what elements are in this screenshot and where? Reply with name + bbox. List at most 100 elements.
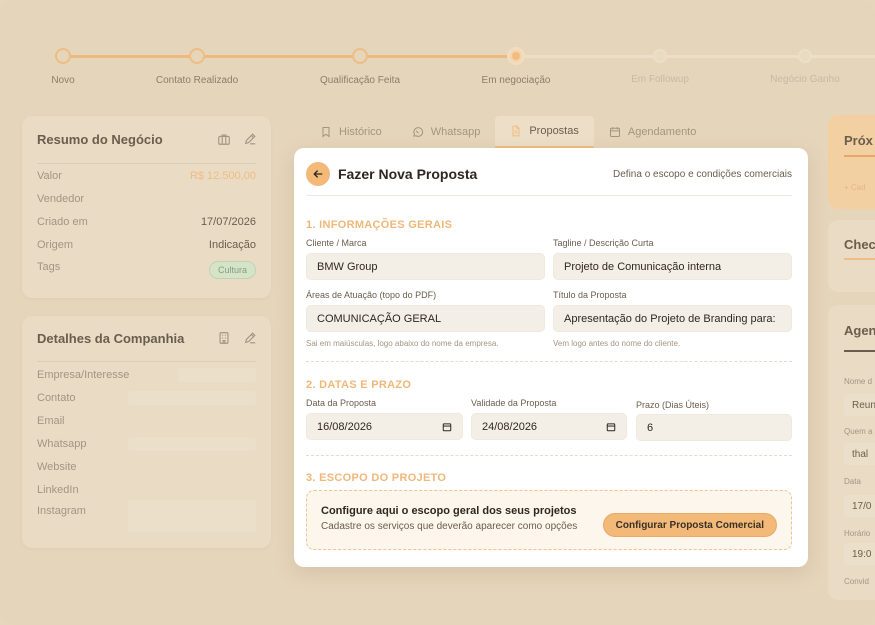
origin-value: Indicação — [208, 239, 256, 251]
row-label: Instagram — [37, 505, 86, 517]
stage-novo[interactable]: Novo — [3, 40, 123, 86]
field-label: Nome d — [844, 377, 873, 386]
meeting-name-input[interactable]: Reun — [844, 394, 875, 416]
field-label: Data — [844, 477, 861, 486]
scheduling-card: Agen Nome d Reun Quem a thal Data 17/0 H… — [828, 305, 875, 600]
company-details-card: Detalhes da Companhia Empresa/Interesse … — [22, 316, 271, 548]
tab-historico[interactable]: Histórico — [305, 116, 397, 148]
stage-em-followup[interactable]: Em Followup — [600, 40, 720, 85]
stage-contato-realizado[interactable]: Contato Realizado — [137, 40, 257, 86]
app-frame: Novo Contato Realizado Qualificação Feit… — [0, 0, 875, 625]
time-input[interactable]: 19:0 — [844, 543, 875, 565]
calendar-icon[interactable] — [442, 422, 452, 432]
company-row-whatsapp: Whatsapp — [37, 436, 256, 452]
validity-input[interactable]: 24/08/2026 — [471, 413, 627, 440]
tab-agendamento[interactable]: Agendamento — [594, 116, 712, 148]
areas-value: COMUNICAÇÃO GERAL — [317, 312, 442, 325]
attendee-input[interactable]: thal — [844, 443, 875, 465]
stage-label: Contato Realizado — [155, 75, 239, 86]
row-label: Origem — [37, 239, 74, 251]
deadline-value: 6 — [647, 421, 654, 434]
bookmark-icon — [322, 126, 330, 138]
tab-label: Histórico — [339, 126, 382, 138]
summary-row-tags: Tags Cultura — [37, 261, 256, 279]
section-divider — [306, 455, 792, 456]
row-label: Whatsapp — [37, 438, 87, 450]
scope-box-description: Cadastre os serviços que deverão aparece… — [321, 521, 578, 532]
proposal-date-input[interactable]: 16/08/2026 — [306, 413, 463, 440]
stage-label: Em Followup — [631, 74, 689, 85]
deadline-input[interactable]: 6 — [636, 414, 792, 441]
section-general-info-heading: 1. INFORMAÇÕES GERAIS — [306, 219, 453, 231]
scope-config-box: Configure aqui o escopo geral dos seus p… — [306, 490, 792, 550]
placeholder-value — [178, 368, 256, 382]
row-label: Website — [37, 461, 77, 473]
company-row-email: Email — [37, 413, 256, 429]
stage-em-negociacao[interactable]: Em negociação — [456, 40, 576, 86]
stage-qualificacao-feita[interactable]: Qualificação Feita — [300, 40, 420, 86]
section-dates-heading: 2. DATAS E PRAZO — [306, 379, 412, 391]
tab-label: Propostas — [529, 125, 579, 137]
placeholder-value — [128, 437, 256, 451]
stage-dot — [189, 48, 205, 64]
tab-whatsapp[interactable]: Whatsapp — [397, 116, 496, 148]
created-date: 17/07/2026 — [200, 216, 256, 228]
row-label: Contato — [37, 392, 76, 404]
tab-propostas[interactable]: Propostas — [495, 116, 594, 148]
tab-label: Whatsapp — [430, 126, 481, 138]
company-row-website: Website — [37, 459, 256, 475]
pipeline-progress-line — [63, 55, 515, 58]
building-icon[interactable] — [217, 331, 231, 350]
proposal-subtitle: Defina o escopo e condições comerciais — [613, 169, 792, 180]
stage-negocio-ganho[interactable]: Negócio Ganho — [745, 40, 865, 85]
field-label: Quem a — [844, 427, 873, 436]
back-button[interactable] — [306, 162, 330, 186]
scope-box-title: Configure aqui o escopo geral dos seus p… — [321, 505, 577, 517]
stage-dot — [352, 48, 368, 64]
next-steps-title: Próx — [844, 133, 873, 148]
company-row-instagram: Instagram — [37, 500, 256, 532]
client-label: Cliente / Marca — [306, 238, 367, 248]
tagline-input[interactable]: Projeto de Comunicação interna — [553, 253, 792, 280]
stage-label: Novo — [51, 75, 75, 86]
summary-row-origem: Origem Indicação — [37, 237, 256, 253]
row-label: Empresa/Interesse — [37, 369, 130, 381]
proposal-title-input[interactable]: Apresentação do Projeto de Branding para… — [553, 305, 792, 332]
company-row-linkedin: LinkedIn — [37, 482, 256, 498]
tagline-label: Tagline / Descrição Curta — [553, 238, 654, 248]
tag-badge[interactable]: Cultura — [208, 261, 256, 279]
tagline-value: Projeto de Comunicação interna — [564, 260, 722, 273]
calendar-icon[interactable] — [606, 422, 616, 432]
deal-summary-actions — [217, 132, 257, 151]
validity-label: Validade da Proposta — [471, 398, 557, 408]
row-label: LinkedIn — [37, 484, 79, 496]
areas-input[interactable]: COMUNICAÇÃO GERAL — [306, 305, 545, 332]
deadline-label: Prazo (Dias Úteis) — [636, 400, 710, 410]
deal-summary-card: Resumo do Negócio Valor R$ 12.500,00 Ven… — [22, 116, 271, 298]
configure-proposal-button[interactable]: Configurar Proposta Comercial — [602, 513, 777, 537]
company-details-actions — [217, 331, 257, 350]
section-divider — [306, 361, 792, 362]
title-underline — [844, 155, 875, 157]
field-label: Horário — [844, 529, 871, 538]
scheduling-title: Agen — [844, 323, 875, 338]
briefcase-icon[interactable] — [217, 132, 231, 151]
add-step-link[interactable]: + Cad — [844, 183, 866, 192]
new-proposal-panel: Fazer Nova Proposta Defina o escopo e co… — [294, 148, 808, 567]
proposal-title-value: Apresentação do Projeto de Branding para… — [564, 312, 776, 325]
row-label: Criado em — [37, 216, 88, 228]
placeholder-value — [128, 500, 256, 532]
modal-divider — [306, 195, 792, 196]
arrow-left-icon — [313, 170, 323, 178]
edit-pencil-icon[interactable] — [243, 132, 257, 151]
proposal-title: Fazer Nova Proposta — [338, 166, 478, 182]
areas-hint: Sai em maiúsculas, logo abaixo do nome d… — [306, 339, 499, 348]
proposal-date-label: Data da Proposta — [306, 398, 377, 408]
summary-row-criado-em: Criado em 17/07/2026 — [37, 214, 256, 230]
date-input[interactable]: 17/0 — [844, 495, 875, 517]
client-input[interactable]: BMW Group — [306, 253, 545, 280]
validity-value: 24/08/2026 — [482, 420, 538, 433]
placeholder-value — [128, 391, 256, 405]
stage-dot — [798, 49, 812, 63]
edit-pencil-icon[interactable] — [243, 331, 257, 350]
